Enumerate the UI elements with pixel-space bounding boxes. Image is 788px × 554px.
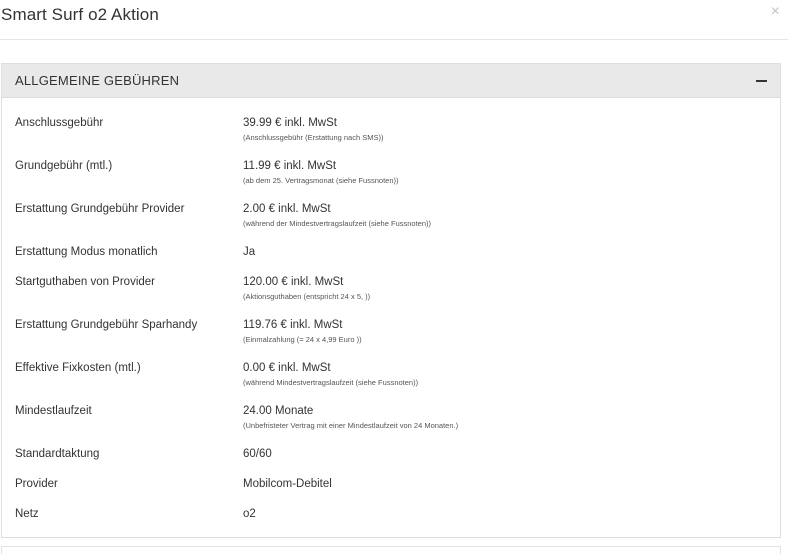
fee-value: Ja: [243, 246, 256, 258]
modal-header: Smart Surf o2 Aktion ×: [0, 0, 788, 40]
fee-value: 120.00 € inkl. MwSt: [243, 276, 344, 288]
fee-label: Mindestlaufzeit: [15, 405, 92, 417]
fee-note: (Aktionsguthaben (entspricht 24 x 5, )): [243, 292, 371, 301]
fee-note: (während der Mindestvertragslaufzeit (si…: [243, 219, 432, 228]
fee-value: 0.00 € inkl. MwSt: [243, 362, 331, 374]
panel-heading[interactable]: ALLGEMEINE GEBÜHREN: [2, 64, 780, 98]
fee-value: 2.00 € inkl. MwSt: [243, 203, 331, 215]
fee-label: Startguthaben von Provider: [15, 276, 156, 288]
fee-label: Erstattung Modus monatlich: [15, 246, 158, 258]
fee-note: (während Mindestvertragslaufzeit (siehe …: [243, 378, 419, 387]
fee-label: Netz: [15, 508, 39, 520]
fee-label: Grundgebühr (mtl.): [15, 160, 113, 172]
fee-note: (Unbefristeter Vertrag mit einer Mindest…: [243, 421, 459, 430]
fee-label: Erstattung Grundgebühr Sparhandy: [15, 319, 198, 331]
fee-value: 60/60: [243, 448, 272, 460]
fee-note: (ab dem 25. Vertragsmonat (siehe Fussnot…: [243, 176, 399, 185]
fee-label: Erstattung Grundgebühr Provider: [15, 203, 185, 215]
fee-note: (Anschlussgebühr (Erstattung nach SMS)): [243, 133, 384, 142]
fee-value: 39.99 € inkl. MwSt: [243, 117, 337, 129]
fee-value: 119.76 € inkl. MwSt: [243, 319, 343, 331]
fees-panel: ALLGEMEINE GEBÜHREN Anschlussgebühr 39.9…: [1, 63, 781, 538]
fee-label: Provider: [15, 478, 58, 490]
fee-value: 11.99 € inkl. MwSt: [243, 160, 337, 172]
collapse-minus-icon[interactable]: [755, 72, 769, 88]
section-title: ALLGEMEINE GEBÜHREN: [15, 73, 180, 88]
next-panel-edge: [1, 546, 781, 554]
fee-value: o2: [243, 508, 256, 520]
fee-value: Mobilcom-Debitel: [243, 478, 332, 490]
fee-value: 24.00 Monate: [243, 405, 314, 417]
fee-label: Anschlussgebühr: [15, 117, 104, 129]
fee-note: (Einmalzahlung (= 24 x 4,99 Euro )): [243, 335, 362, 344]
close-icon[interactable]: ×: [771, 4, 780, 20]
modal-title: Smart Surf o2 Aktion: [1, 5, 159, 24]
fee-label: Effektive Fixkosten (mtl.): [15, 362, 141, 374]
fee-label: Standardtaktung: [15, 448, 100, 460]
